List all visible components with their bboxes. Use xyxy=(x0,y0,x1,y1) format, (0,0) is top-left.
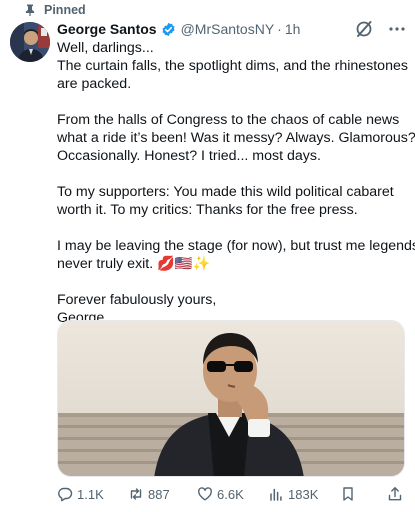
like-icon xyxy=(198,487,212,501)
pinned-label: Pinned xyxy=(44,3,86,17)
tweet-line: Well, darlings... xyxy=(57,40,154,56)
avatar-image xyxy=(10,22,50,62)
pin-icon xyxy=(25,4,35,16)
avatar[interactable] xyxy=(10,22,50,62)
tweet-timestamp[interactable]: 1h xyxy=(285,21,301,37)
views-icon xyxy=(270,488,282,501)
pinned-indicator: Pinned xyxy=(20,2,86,18)
reply-icon xyxy=(58,487,73,502)
tweet-line: what a ride it’s been! Was it messy? Alw… xyxy=(57,130,415,146)
author-handle[interactable]: @MrSantosNY xyxy=(181,21,275,37)
reply-button[interactable]: 1.1K xyxy=(57,486,104,502)
tweet-line: To my supporters: You made this wild pol… xyxy=(57,184,394,200)
tweet-photo[interactable] xyxy=(57,320,405,477)
like-count: 6.6K xyxy=(217,486,244,502)
tweet-line: Forever fabulously yours, xyxy=(57,292,217,308)
tweet-line: The curtain falls, the spotlight dims, a… xyxy=(57,58,408,74)
repost-button[interactable]: 887 xyxy=(128,486,170,502)
views-button[interactable]: 183K xyxy=(268,486,318,502)
tweet-header: George Santos @MrSantosNY · 1h xyxy=(57,19,407,39)
tweet-line: Occasionally. Honest? I tried... most da… xyxy=(57,148,321,164)
tweet-line: I may be leaving the stage (for now), bu… xyxy=(57,238,415,254)
like-button[interactable]: 6.6K xyxy=(197,486,244,502)
more-icon[interactable] xyxy=(387,21,407,37)
grok-icon[interactable] xyxy=(354,19,374,39)
tweet-line: are packed. xyxy=(57,76,132,92)
bookmark-button[interactable] xyxy=(340,486,356,502)
separator-dot: · xyxy=(277,21,282,37)
tweet-line: never truly exit. 💋🇺🇸✨ xyxy=(57,256,211,272)
author-name[interactable]: George Santos xyxy=(57,21,157,37)
action-bar: 1.1K 887 6.6K 183K xyxy=(57,486,407,506)
bookmark-icon xyxy=(343,487,353,501)
tweet-line: From the halls of Congress to the chaos … xyxy=(57,112,400,128)
verified-icon xyxy=(162,22,175,36)
repost-count: 887 xyxy=(148,486,170,502)
tweet-line: worth it. To my critics: Thanks for the … xyxy=(57,202,358,218)
views-count: 183K xyxy=(288,486,319,502)
tweet-text: Well, darlings... The curtain falls, the… xyxy=(57,39,415,327)
share-button[interactable] xyxy=(387,486,403,502)
repost-icon xyxy=(130,488,142,500)
reply-count: 1.1K xyxy=(77,486,104,502)
photo-image xyxy=(58,321,404,476)
share-icon xyxy=(388,487,402,501)
